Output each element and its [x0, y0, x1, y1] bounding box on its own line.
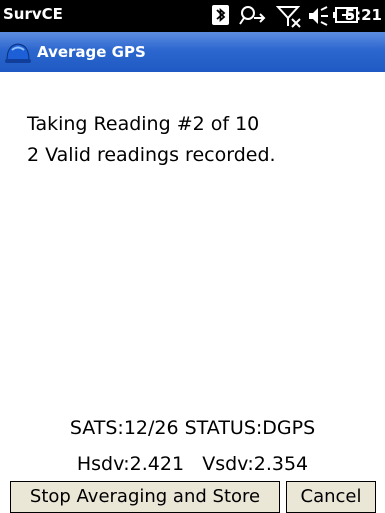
- app-title: SurvCE: [3, 5, 63, 23]
- stop-averaging-button[interactable]: Stop Averaging and Store: [10, 481, 280, 513]
- satellite-status-text: SATS:12/26 STATUS:DGPS: [69, 417, 316, 439]
- reading-progress-text: Taking Reading #2 of 10: [27, 113, 260, 135]
- valid-readings-text: 2 Valid readings recorded.: [27, 144, 276, 166]
- gps-icon[interactable]: [238, 4, 266, 26]
- dialog-title-bar: Average GPS: [0, 32, 385, 72]
- volume-icon[interactable]: [306, 4, 330, 28]
- system-status-bar: SurvCE 5:21: [0, 0, 385, 32]
- bluetooth-icon[interactable]: [212, 5, 229, 25]
- no-signal-icon[interactable]: [276, 4, 302, 28]
- std-deviation-text: Hsdv:2.421 Vsdv:2.354: [76, 453, 309, 475]
- cancel-button[interactable]: Cancel: [286, 481, 376, 513]
- clock[interactable]: 5:21: [345, 3, 382, 27]
- hard-hat-icon: [5, 43, 31, 63]
- dialog-title: Average GPS: [37, 43, 146, 61]
